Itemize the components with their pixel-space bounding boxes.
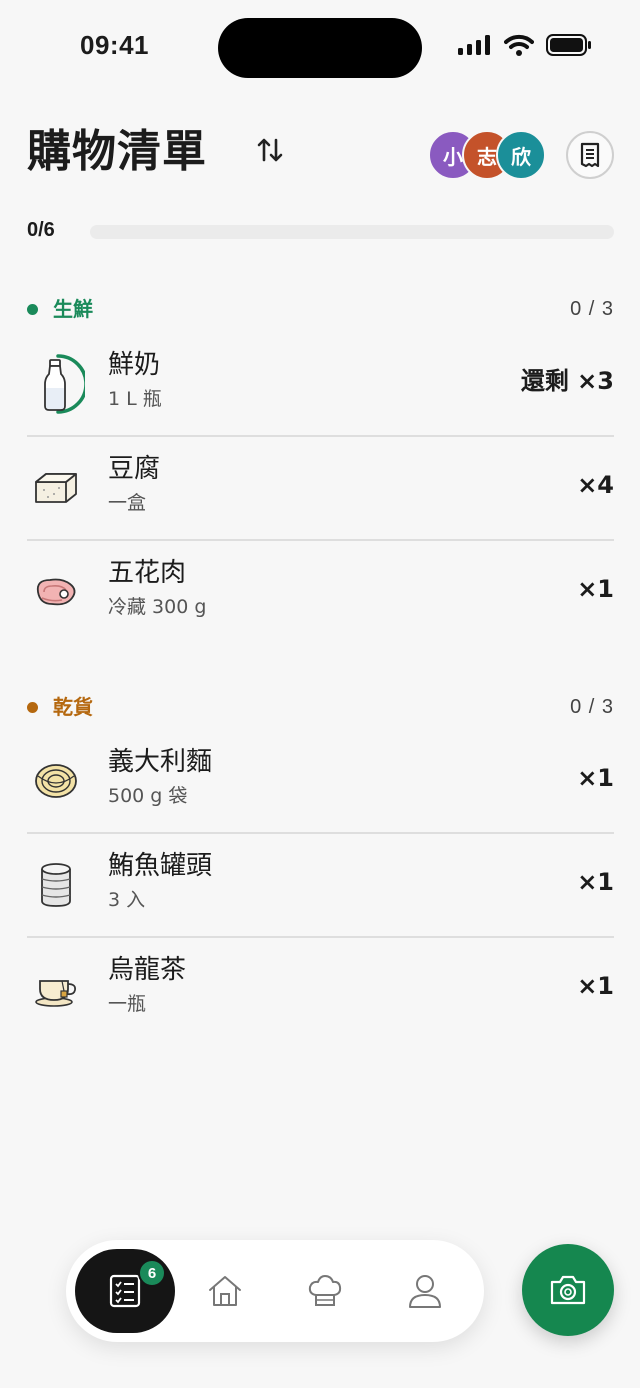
receipt-button[interactable] (566, 131, 614, 179)
signal-icon (458, 35, 490, 55)
notification-badge: 6 (138, 1259, 166, 1287)
pasta-icon (27, 752, 85, 810)
item-name: 烏龍茶 (108, 955, 187, 985)
receipt-icon (580, 142, 600, 168)
item-subtitle: 一盒 (108, 492, 147, 514)
user-icon (409, 1275, 441, 1308)
camera-icon (550, 1275, 586, 1305)
item-subtitle: 1 L 瓶 (108, 388, 162, 410)
list-item[interactable]: 五花肉 冷藏 300 g ×1 (27, 541, 614, 645)
nav-tab-list[interactable]: 6 (75, 1249, 175, 1333)
status-time: 09:41 (80, 30, 149, 60)
item-quantity: ×1 (577, 868, 614, 896)
section-dot (27, 304, 38, 315)
item-subtitle: 500 g 袋 (108, 785, 188, 807)
section-count: 0 / 3 (570, 298, 614, 320)
meat-icon (27, 563, 85, 621)
item-quantity: ×4 (577, 471, 614, 499)
progress-label: 0/6 (27, 219, 55, 241)
sort-icon (257, 138, 283, 162)
section-count: 0 / 3 (570, 696, 614, 718)
battery-icon (546, 34, 591, 56)
avatar[interactable]: 欣 (496, 130, 546, 180)
item-quantity: ×1 (577, 972, 614, 1000)
item-subtitle: 3 入 (108, 889, 146, 911)
chef-hat-icon (308, 1275, 342, 1306)
milk-bottle-icon (27, 354, 85, 414)
section-header-dry-goods: 乾貨 0 / 3 (27, 692, 614, 722)
wifi-icon (504, 34, 534, 56)
tin-can-icon (27, 856, 85, 914)
item-quantity: 還剩 ×3 (520, 367, 614, 395)
bottom-navigation: 6 (66, 1240, 484, 1342)
item-name: 豆腐 (108, 454, 161, 484)
item-quantity: ×1 (577, 764, 614, 792)
item-quantity: ×1 (577, 575, 614, 603)
status-bar: 09:41 (0, 0, 640, 96)
page-title: 購物清單 (27, 126, 207, 177)
item-subtitle: 一瓶 (108, 993, 147, 1015)
list-item[interactable]: 義大利麵 500 g 袋 ×1 (27, 730, 614, 834)
item-name: 鮪魚罐頭 (108, 851, 213, 881)
section-dot (27, 702, 38, 713)
item-name: 義大利麵 (108, 747, 213, 777)
home-icon (209, 1276, 241, 1306)
progress-bar (90, 225, 614, 239)
shared-users-avatars[interactable]: 小 志 欣 (428, 130, 548, 180)
status-icons (458, 34, 592, 56)
section-name: 生鮮 (53, 297, 93, 321)
list-item[interactable]: 鮮奶 1 L 瓶 還剩 ×3 (27, 333, 614, 437)
teacup-icon (27, 960, 85, 1018)
item-name: 五花肉 (108, 558, 187, 588)
item-name: 鮮奶 (108, 350, 161, 380)
checklist-icon (109, 1274, 141, 1308)
section-header-fresh: 生鮮 0 / 3 (27, 294, 614, 324)
camera-button[interactable] (522, 1244, 614, 1336)
nav-tab-recipes[interactable] (285, 1251, 365, 1331)
nav-tab-profile[interactable] (385, 1251, 465, 1331)
list-item[interactable]: 鮪魚罐頭 3 入 ×1 (27, 834, 614, 938)
tofu-icon (27, 459, 85, 517)
list-item[interactable]: 烏龍茶 一瓶 ×1 (27, 938, 614, 1042)
item-subtitle: 冷藏 300 g (108, 596, 207, 618)
section-name: 乾貨 (53, 695, 93, 719)
dynamic-island (218, 18, 422, 78)
sort-button[interactable] (250, 130, 290, 170)
list-item[interactable]: 豆腐 一盒 ×4 (27, 437, 614, 541)
nav-tab-home[interactable] (185, 1251, 265, 1331)
